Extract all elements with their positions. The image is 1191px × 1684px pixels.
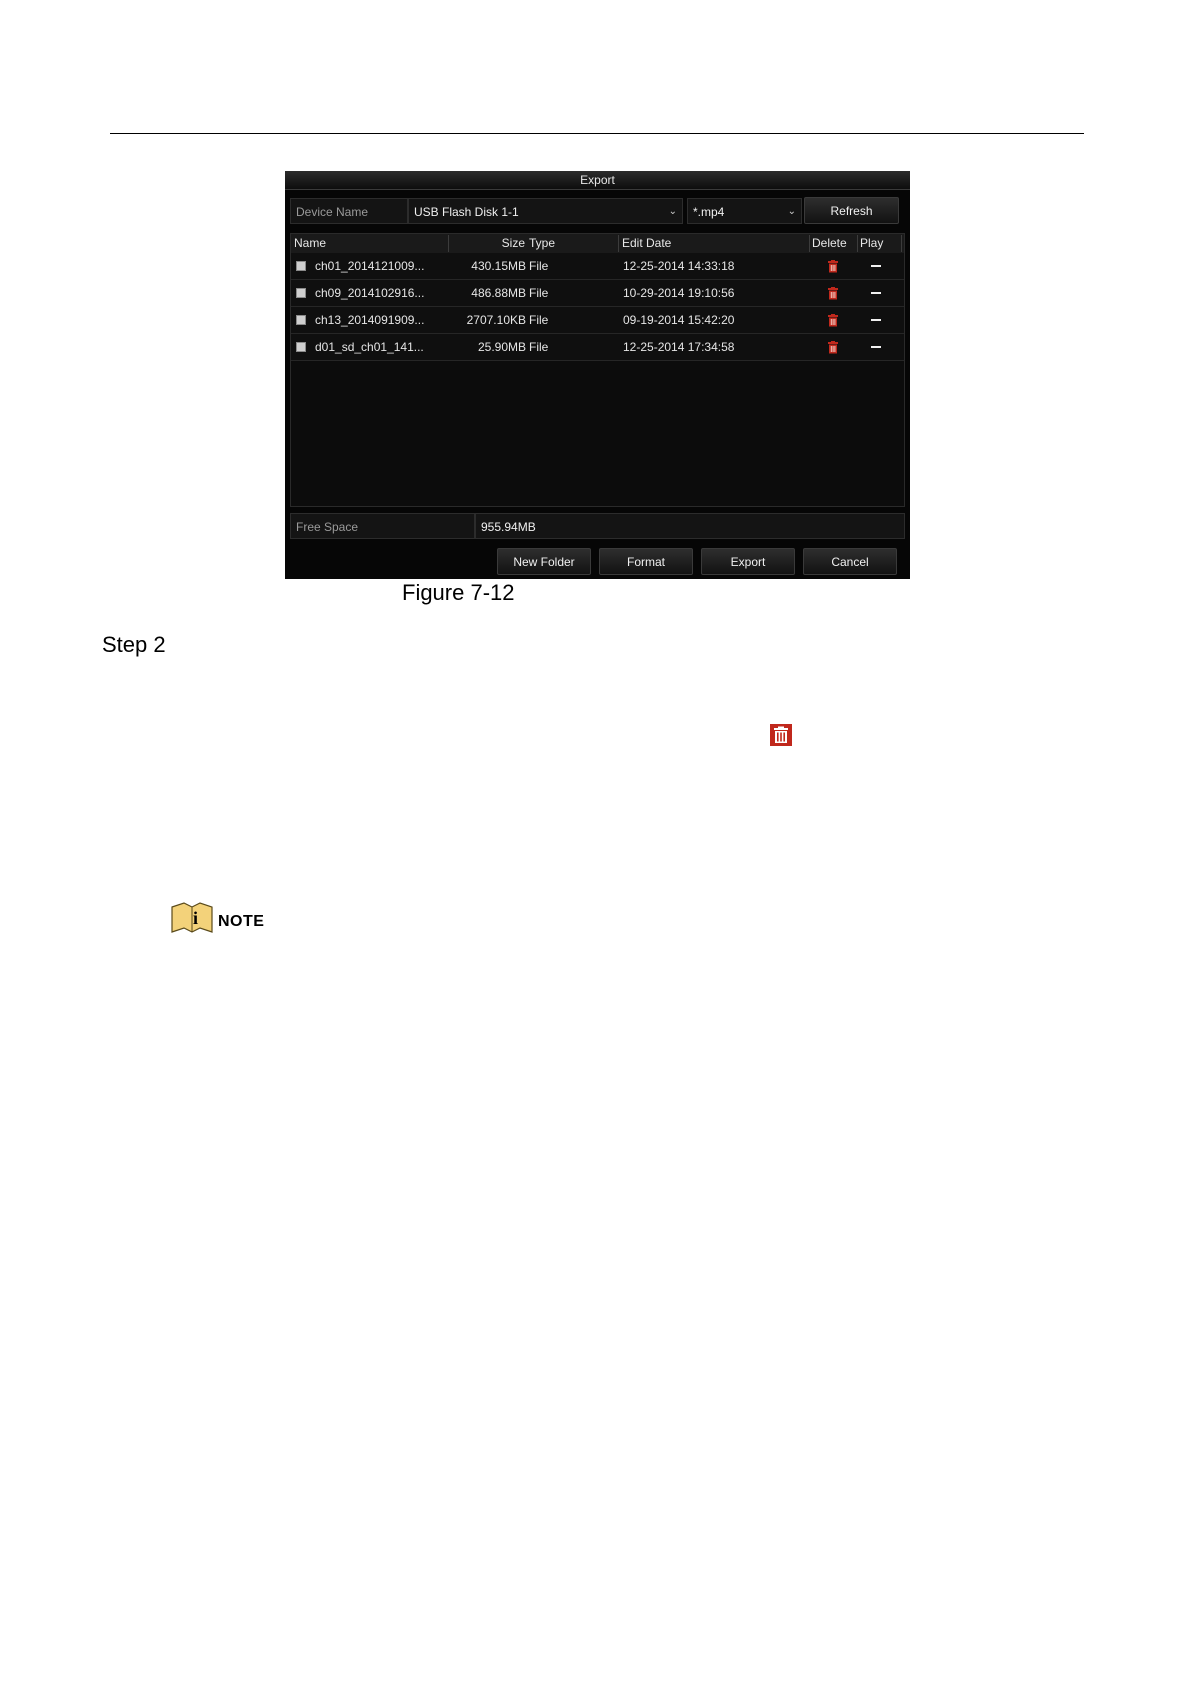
file-size: 486.88MB xyxy=(471,286,526,300)
file-edit-date: 09-19-2014 15:42:20 xyxy=(623,313,735,327)
note-label: NOTE xyxy=(218,913,265,930)
file-size: 430.15MB xyxy=(471,259,526,273)
column-separator xyxy=(809,235,810,252)
header-rule xyxy=(110,133,1084,134)
row-checkbox[interactable] xyxy=(296,342,306,352)
play-dash-icon[interactable] xyxy=(871,292,881,294)
format-button[interactable]: Format xyxy=(599,548,693,575)
free-space-label: Free Space xyxy=(290,513,475,539)
file-table: Name Size Type Edit Date Delete Play ch0… xyxy=(290,233,905,507)
dialog-title: Export xyxy=(285,171,910,190)
table-row[interactable]: ch01_2014121009... 430.15MB File 12-25-2… xyxy=(291,253,904,280)
column-separator xyxy=(901,235,902,252)
figure-caption: Figure 7-12 xyxy=(402,580,515,605)
file-edit-date: 12-25-2014 17:34:58 xyxy=(623,340,735,354)
device-select-value: USB Flash Disk 1-1 xyxy=(414,205,519,219)
file-type-value: *.mp4 xyxy=(693,205,725,219)
table-row[interactable]: d01_sd_ch01_141... 25.90MB File 12-25-20… xyxy=(291,334,904,361)
step-label: Step 2 xyxy=(102,632,166,657)
table-row[interactable]: ch13_2014091909... 2707.10KB File 09-19-… xyxy=(291,307,904,334)
trash-icon[interactable] xyxy=(827,260,839,273)
column-separator xyxy=(618,235,619,252)
export-dialog: Export Device Name USB Flash Disk 1-1 ⌄ … xyxy=(285,171,910,579)
cancel-button[interactable]: Cancel xyxy=(803,548,897,575)
file-name: ch13_2014091909... xyxy=(315,313,425,327)
trash-icon xyxy=(770,724,792,746)
column-delete: Delete xyxy=(812,236,847,250)
trash-icon[interactable] xyxy=(827,287,839,300)
note-book-icon: i xyxy=(171,902,213,933)
svg-text:i: i xyxy=(193,908,198,928)
free-space-value: 955.94MB xyxy=(475,513,905,539)
chevron-down-icon: ⌄ xyxy=(787,206,796,217)
row-checkbox[interactable] xyxy=(296,288,306,298)
device-select[interactable]: USB Flash Disk 1-1 ⌄ xyxy=(408,198,683,224)
play-dash-icon[interactable] xyxy=(871,319,881,321)
column-separator xyxy=(448,235,449,252)
new-folder-button[interactable]: New Folder xyxy=(497,548,591,575)
column-name[interactable]: Name xyxy=(294,234,326,253)
refresh-button[interactable]: Refresh xyxy=(804,197,899,224)
play-dash-icon[interactable] xyxy=(871,346,881,348)
column-edit-date[interactable]: Edit Date xyxy=(622,234,671,253)
trash-icon[interactable] xyxy=(827,341,839,354)
device-name-label: Device Name xyxy=(290,198,408,224)
table-row[interactable]: ch09_2014102916... 486.88MB File 10-29-2… xyxy=(291,280,904,307)
file-type: File xyxy=(529,286,549,300)
file-name: ch09_2014102916... xyxy=(315,286,425,300)
file-edit-date: 12-25-2014 14:33:18 xyxy=(623,259,735,273)
file-type-select[interactable]: *.mp4 ⌄ xyxy=(687,198,802,224)
row-checkbox[interactable] xyxy=(296,261,306,271)
chevron-down-icon: ⌄ xyxy=(668,206,677,217)
column-play: Play xyxy=(860,236,884,250)
column-separator xyxy=(857,235,858,252)
file-edit-date: 10-29-2014 19:10:56 xyxy=(623,286,735,300)
file-size: 2707.10KB xyxy=(466,313,526,327)
file-name: ch01_2014121009... xyxy=(315,259,425,273)
row-checkbox[interactable] xyxy=(296,315,306,325)
column-type[interactable]: Type xyxy=(529,234,555,253)
file-size: 25.90MB xyxy=(477,340,526,354)
column-size[interactable]: Size xyxy=(451,234,525,253)
file-type: File xyxy=(529,313,549,327)
export-button[interactable]: Export xyxy=(701,548,795,575)
file-type: File xyxy=(529,340,549,354)
file-name: d01_sd_ch01_141... xyxy=(315,340,424,354)
file-type: File xyxy=(529,259,549,273)
play-dash-icon[interactable] xyxy=(871,265,881,267)
trash-icon[interactable] xyxy=(827,314,839,327)
table-header: Name Size Type Edit Date Delete Play xyxy=(291,234,904,254)
